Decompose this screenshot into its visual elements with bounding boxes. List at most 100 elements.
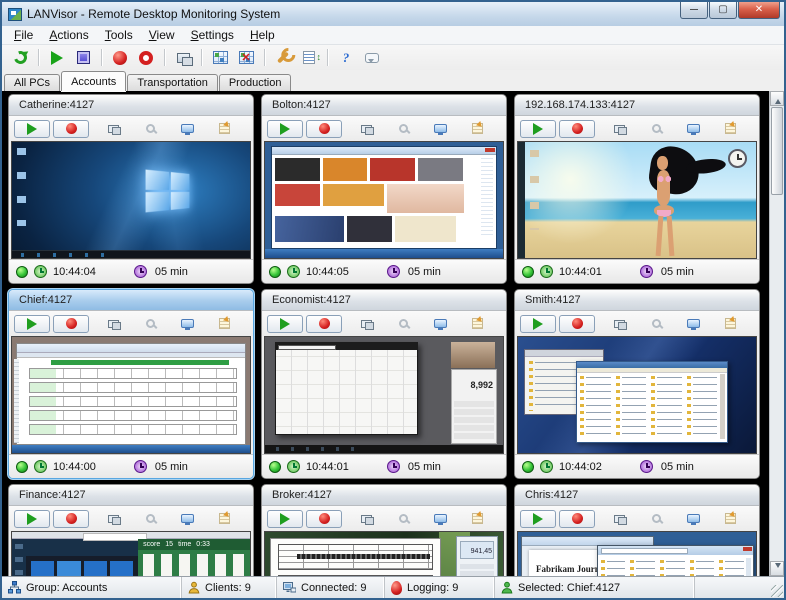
panel-monitor-button[interactable] [174, 120, 200, 138]
panel-connect-button[interactable] [353, 120, 379, 138]
panel-connect-button[interactable] [100, 510, 126, 528]
panel-record-button[interactable] [559, 315, 595, 333]
client-panel-finance[interactable]: Finance:4127 score 15 [8, 484, 254, 576]
desktop-thumbnail-bolton[interactable] [264, 141, 504, 259]
client-panel-broker[interactable]: Broker:4127 941,45 [261, 484, 507, 576]
menu-help[interactable]: Help [242, 27, 283, 43]
panel-play-button[interactable] [520, 315, 556, 333]
feedback-button[interactable] [359, 47, 385, 69]
client-panel-chris[interactable]: Chris:4127 Fabrikam Journal Organization… [514, 484, 760, 576]
panel-zoom-button[interactable] [137, 510, 163, 528]
panel-notes-button[interactable] [464, 315, 490, 333]
panel-play-button[interactable] [520, 120, 556, 138]
panel-notes-button[interactable] [211, 120, 237, 138]
panel-monitor-button[interactable] [174, 315, 200, 333]
panel-zoom-button[interactable] [390, 315, 416, 333]
panel-play-button[interactable] [14, 315, 50, 333]
desktop-thumbnail-broker[interactable]: 941,45 [264, 531, 504, 576]
desktop-thumbnail-finance[interactable]: score 15 time 0:33 [11, 531, 251, 576]
panel-record-button[interactable] [306, 510, 342, 528]
scroll-up-button[interactable] [770, 91, 784, 106]
columns-button[interactable] [296, 47, 322, 69]
menu-view[interactable]: View [141, 27, 183, 43]
client-panel-catherine[interactable]: Catherine:4127 10:44:04 [8, 94, 254, 284]
panel-play-button[interactable] [267, 120, 303, 138]
panel-title[interactable]: Economist:4127 [262, 290, 506, 311]
vertical-scrollbar[interactable] [769, 91, 784, 576]
panel-play-button[interactable] [267, 510, 303, 528]
panel-connect-button[interactable] [353, 315, 379, 333]
panel-record-button[interactable] [306, 315, 342, 333]
panel-zoom-button[interactable] [137, 120, 163, 138]
tab-all-pcs[interactable]: All PCs [4, 74, 60, 91]
panel-monitor-button[interactable] [427, 315, 453, 333]
show-grid-button[interactable] [207, 47, 233, 69]
menu-actions[interactable]: Actions [41, 27, 96, 43]
client-panel-chief[interactable]: Chief:4127 [8, 289, 254, 479]
panel-notes-button[interactable] [464, 120, 490, 138]
panel-notes-button[interactable] [717, 315, 743, 333]
panel-title[interactable]: Broker:4127 [262, 485, 506, 506]
minimize-button[interactable] [680, 2, 708, 19]
panel-record-button[interactable] [53, 120, 89, 138]
desktop-thumbnail-chief[interactable] [11, 336, 251, 454]
client-panel-bolton[interactable]: Bolton:4127 [261, 94, 507, 284]
panel-record-button[interactable] [559, 120, 595, 138]
panel-zoom-button[interactable] [390, 120, 416, 138]
settings-button[interactable] [270, 47, 296, 69]
panel-monitor-button[interactable] [427, 510, 453, 528]
panel-record-button[interactable] [559, 510, 595, 528]
panel-title[interactable]: Smith:4127 [515, 290, 759, 311]
panel-connect-button[interactable] [606, 315, 632, 333]
menu-tools[interactable]: Tools [97, 27, 141, 43]
connect-button[interactable] [170, 47, 196, 69]
panel-title[interactable]: Bolton:4127 [262, 95, 506, 116]
client-panel-economist[interactable]: Economist:4127 8,992 [261, 289, 507, 479]
desktop-thumbnail-smith[interactable] [517, 336, 757, 454]
panel-monitor-button[interactable] [174, 510, 200, 528]
stop-recording-button[interactable] [133, 47, 159, 69]
tab-accounts[interactable]: Accounts [61, 71, 126, 91]
panel-play-button[interactable] [520, 510, 556, 528]
panel-connect-button[interactable] [606, 510, 632, 528]
panel-title[interactable]: Chief:4127 [9, 290, 253, 311]
panel-record-button[interactable] [53, 315, 89, 333]
client-panel-ip[interactable]: 192.168.174.133:4127 [514, 94, 760, 284]
scrollbar-thumb[interactable] [771, 107, 783, 195]
panel-notes-button[interactable] [211, 315, 237, 333]
refresh-button[interactable] [7, 47, 33, 69]
tab-production[interactable]: Production [219, 74, 292, 91]
start-recording-button[interactable] [107, 47, 133, 69]
menu-settings[interactable]: Settings [183, 27, 242, 43]
panel-title[interactable]: 192.168.174.133:4127 [515, 95, 759, 116]
panel-notes-button[interactable] [717, 120, 743, 138]
help-button[interactable]: ? [333, 47, 359, 69]
panel-notes-button[interactable] [717, 510, 743, 528]
panel-zoom-button[interactable] [643, 315, 669, 333]
panel-monitor-button[interactable] [680, 510, 706, 528]
close-button[interactable] [738, 2, 780, 19]
panel-zoom-button[interactable] [643, 510, 669, 528]
panel-play-button[interactable] [267, 315, 303, 333]
panel-notes-button[interactable] [211, 510, 237, 528]
panel-title[interactable]: Chris:4127 [515, 485, 759, 506]
title-bar[interactable]: LANVisor - Remote Desktop Monitoring Sys… [2, 2, 784, 26]
panel-connect-button[interactable] [100, 315, 126, 333]
panel-play-button[interactable] [14, 120, 50, 138]
panel-title[interactable]: Finance:4127 [9, 485, 253, 506]
client-panel-smith[interactable]: Smith:4127 [514, 289, 760, 479]
panel-record-button[interactable] [306, 120, 342, 138]
panel-notes-button[interactable] [464, 510, 490, 528]
panel-zoom-button[interactable] [137, 315, 163, 333]
panel-monitor-button[interactable] [680, 120, 706, 138]
panel-connect-button[interactable] [606, 120, 632, 138]
desktop-thumbnail-catherine[interactable] [11, 141, 251, 259]
panel-monitor-button[interactable] [680, 315, 706, 333]
desktop-thumbnail-economist[interactable]: 8,992 [264, 336, 504, 454]
panel-title[interactable]: Catherine:4127 [9, 95, 253, 116]
panel-play-button[interactable] [14, 510, 50, 528]
desktop-thumbnail-chris[interactable]: Fabrikam Journal Organizational Realignm… [517, 531, 757, 576]
panel-zoom-button[interactable] [390, 510, 416, 528]
tab-transportation[interactable]: Transportation [127, 74, 218, 91]
panel-monitor-button[interactable] [427, 120, 453, 138]
